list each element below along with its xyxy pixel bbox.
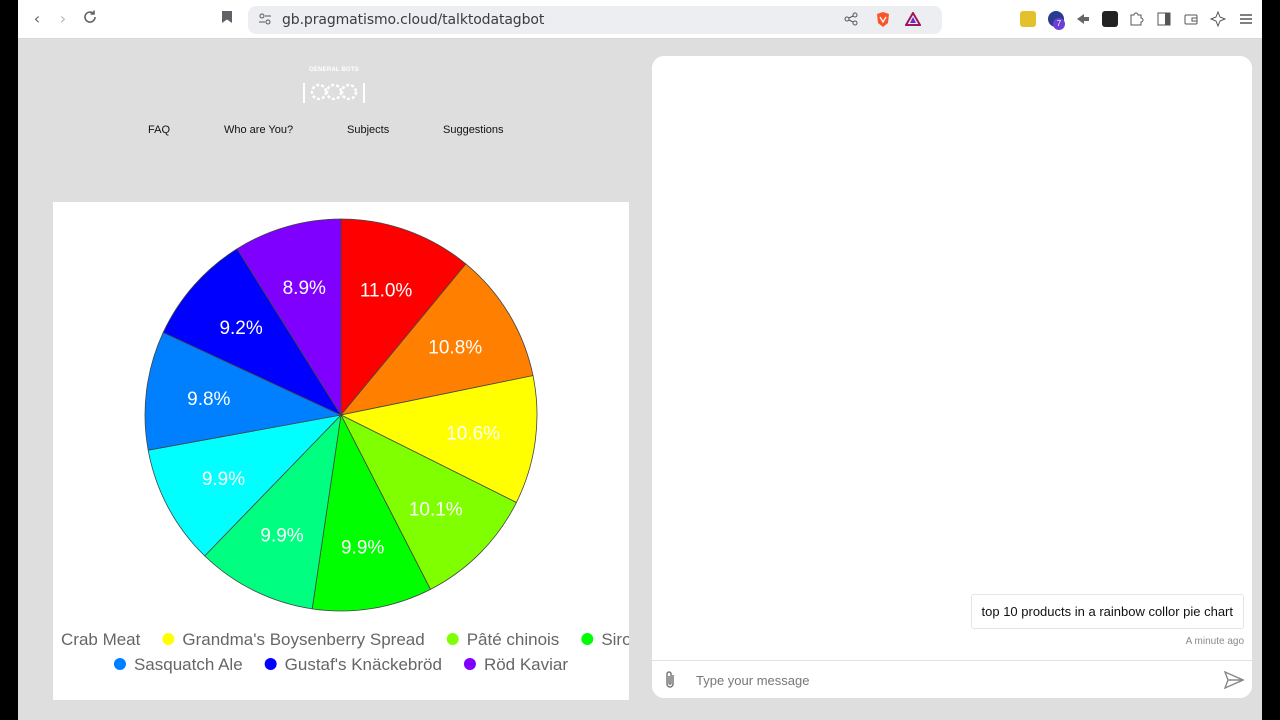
chat-panel: top 10 products in a rainbow collor pie … bbox=[652, 56, 1252, 698]
site-settings-icon[interactable] bbox=[258, 12, 272, 31]
menu-icon[interactable] bbox=[1238, 11, 1254, 27]
legend-label[interactable]: Crab Meat bbox=[61, 630, 141, 649]
pie-data-label: 10.6% bbox=[446, 423, 500, 444]
logo-text: GENERAL BOTS bbox=[309, 67, 359, 73]
pie-data-label: 10.1% bbox=[409, 500, 463, 521]
legend-marker bbox=[162, 633, 175, 645]
pie-data-label: 9.9% bbox=[260, 526, 303, 547]
share-icon[interactable] bbox=[844, 12, 858, 31]
pie-chart: 11.0% 10.8% 10.6% 10.1% 9.9% 9.9% 9.9% 9.8% 9.2%… bbox=[61, 218, 629, 674]
legend-label[interactable]: Röd Kaviar bbox=[484, 655, 568, 674]
sidebar-icon[interactable] bbox=[1156, 11, 1172, 27]
brave-rewards-icon[interactable] bbox=[904, 11, 922, 31]
browser-window: ‹ › gb.pragmatismo.cloud/talktodatagbot bbox=[18, 0, 1262, 720]
back-icon[interactable]: ‹ bbox=[27, 9, 47, 29]
legend-marker bbox=[264, 658, 277, 670]
pointer-extension-icon[interactable] bbox=[1075, 11, 1091, 27]
wallet-icon[interactable] bbox=[1183, 11, 1199, 27]
legend-label[interactable]: Sasquatch Ale bbox=[134, 655, 243, 674]
message-timestamp: A minute ago bbox=[1185, 636, 1244, 647]
user-message-bubble: top 10 products in a rainbow collor pie … bbox=[970, 594, 1244, 629]
forward-icon[interactable]: › bbox=[53, 9, 73, 29]
pie-data-label: 11.0% bbox=[360, 281, 413, 302]
pie-data-label: 9.9% bbox=[341, 538, 384, 559]
message-composer bbox=[652, 660, 1252, 698]
pie-data-label: 9.8% bbox=[187, 389, 230, 410]
url-text: gb.pragmatismo.cloud/talktodatagbot bbox=[282, 12, 545, 28]
legend-label[interactable]: Sirop bbox=[601, 630, 629, 649]
top-navigation: FAQ Who are You? Subjects Suggestions bbox=[18, 124, 628, 140]
nav-faq[interactable]: FAQ bbox=[148, 124, 170, 136]
nav-suggestions[interactable]: Suggestions bbox=[443, 124, 504, 136]
nav-subjects[interactable]: Subjects bbox=[347, 124, 389, 136]
legend-label[interactable]: Pâté chinois bbox=[467, 630, 560, 649]
attachment-icon[interactable] bbox=[662, 670, 678, 690]
legend-marker bbox=[581, 633, 594, 645]
general-bots-logo[interactable]: GENERAL BOTS bbox=[301, 67, 371, 107]
extension-badge: 7 bbox=[1053, 18, 1065, 30]
nav-who-are-you[interactable]: Who are You? bbox=[224, 124, 293, 136]
legend-row: Sasquatch Ale Gustaf's Knäckebröd Röd Kavi… bbox=[113, 655, 568, 674]
legend-marker bbox=[446, 633, 459, 645]
javascript-extension-icon[interactable] bbox=[1020, 11, 1036, 27]
legend-label[interactable]: Grandma's Boysenberry Spread bbox=[182, 630, 424, 649]
web-page: GENERAL BOTS FAQ Who are You? Subjects S… bbox=[18, 40, 1262, 720]
legend-row: Crab Meat Grandma's Boysenberry Spread Pât… bbox=[61, 630, 629, 649]
extension-icon[interactable]: 7 bbox=[1048, 11, 1065, 30]
address-bar[interactable]: gb.pragmatismo.cloud/talktodatagbot bbox=[248, 6, 942, 34]
pie-chart-panel: 11.0% 10.8% 10.6% 10.1% 9.9% 9.9% 9.9% 9.8% 9.2%… bbox=[53, 202, 629, 700]
brave-shield-icon[interactable] bbox=[875, 11, 891, 33]
browser-toolbar: ‹ › gb.pragmatismo.cloud/talktodatagbot bbox=[18, 0, 1262, 39]
pie-data-label: 10.8% bbox=[428, 337, 482, 358]
message-input[interactable] bbox=[696, 667, 1206, 693]
legend-marker bbox=[113, 658, 126, 670]
pie-data-label: 9.2% bbox=[219, 318, 262, 339]
logo-gears-icon bbox=[303, 83, 365, 103]
reload-icon[interactable] bbox=[80, 9, 100, 29]
send-icon[interactable] bbox=[1223, 670, 1245, 690]
mixer-extension-icon[interactable] bbox=[1102, 11, 1118, 27]
bookmark-icon[interactable] bbox=[217, 9, 237, 29]
pie-data-label: 8.9% bbox=[283, 278, 326, 299]
pie-data-label: 9.9% bbox=[202, 469, 245, 490]
leo-ai-icon[interactable] bbox=[1209, 10, 1227, 28]
legend-marker bbox=[463, 658, 476, 670]
legend-label[interactable]: Gustaf's Knäckebröd bbox=[285, 655, 442, 674]
puzzle-extensions-icon[interactable] bbox=[1128, 11, 1144, 27]
